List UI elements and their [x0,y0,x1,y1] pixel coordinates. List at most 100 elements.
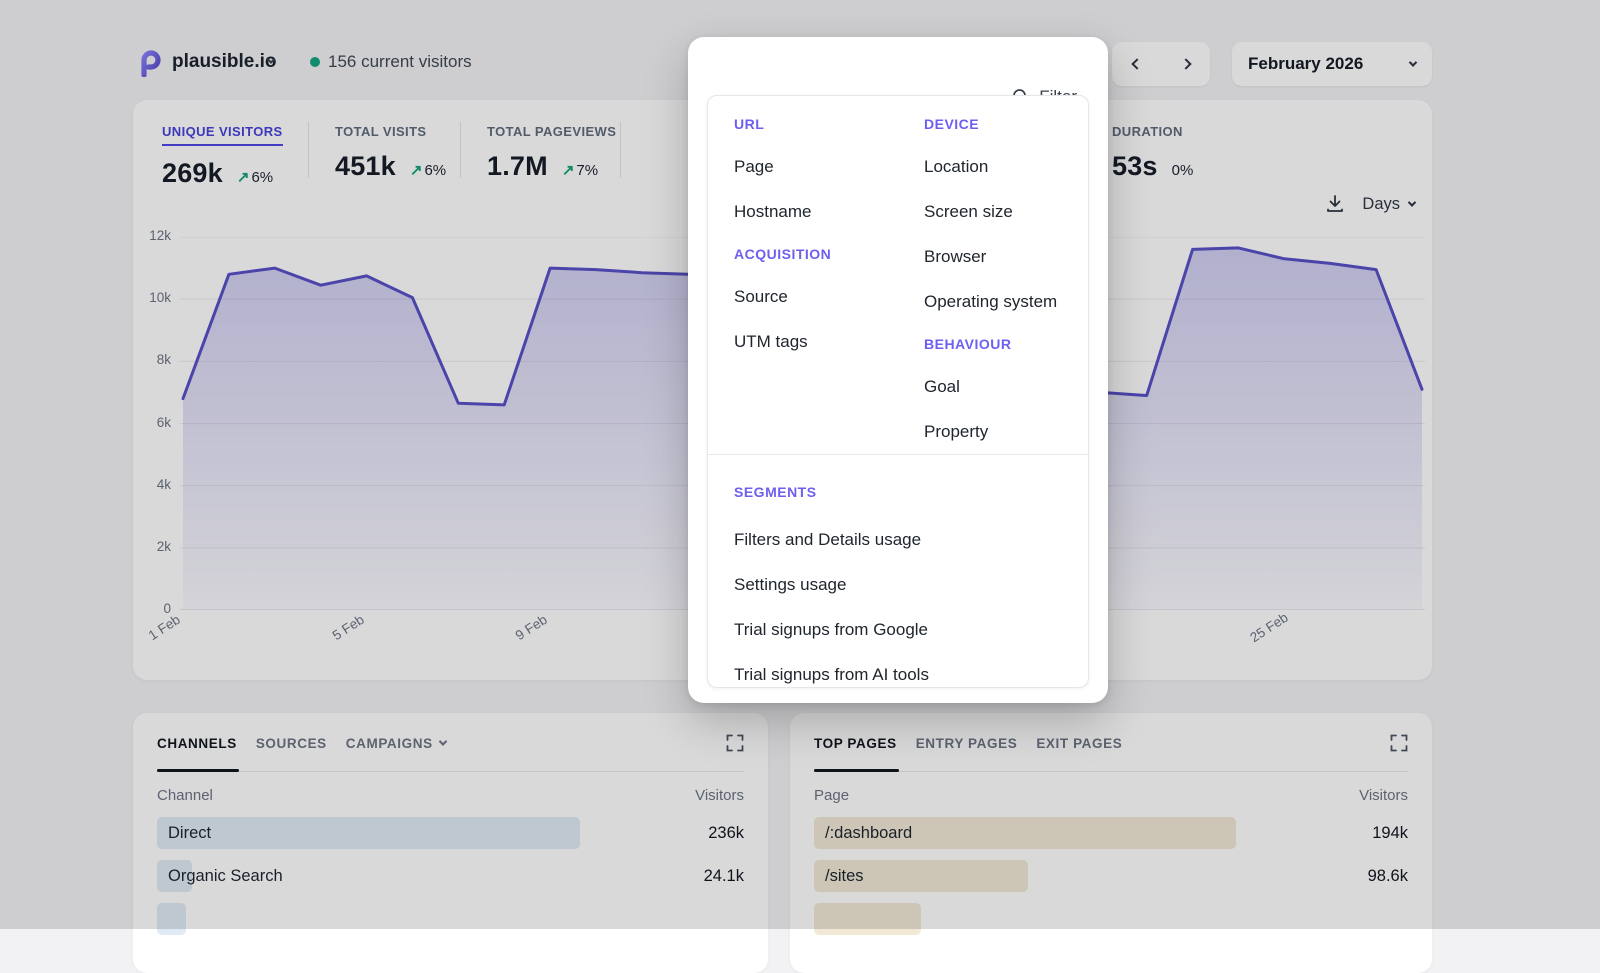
metric-value: 269k [162,158,223,189]
filter-item-utm-tags[interactable]: UTM tags [734,319,898,364]
metric-total-visits[interactable]: TOTAL VISITS 451k ↗6% [335,124,446,182]
metric-value: 1.7M [487,151,548,182]
tab-divider [157,771,744,772]
metric-label: DURATION [1112,124,1193,139]
site-switcher[interactable]: plausible.io [172,51,277,73]
table-row[interactable] [157,903,744,935]
row-value: 24.1k [704,860,744,892]
filter-section-title: ACQUISITION [734,234,898,274]
filter-column: DEVICELocationScreen sizeBrowserOperatin… [898,96,1088,454]
plausible-logo-icon [137,49,164,77]
table-tab-row: CHANNELS SOURCES CAMPAIGNS [157,734,744,752]
date-range-label: February 2026 [1248,54,1410,74]
tab-campaigns[interactable]: CAMPAIGNS [346,736,446,751]
filter-item-operating-system[interactable]: Operating system [924,279,1088,324]
table-row[interactable]: /:dashboard 194k [814,817,1408,849]
stat-divider [460,122,461,178]
x-tick-label: 1 Feb [146,612,183,643]
tab-sources[interactable]: SOURCES [256,736,327,751]
row-value: 98.6k [1368,860,1408,892]
y-tick-label: 10k [135,290,171,305]
date-nav-group [1112,42,1210,86]
metric-duration[interactable]: DURATION 53s 0% [1112,124,1193,182]
row-value: 236k [708,817,744,849]
filter-item-source[interactable]: Source [734,274,898,319]
filter-section-title: URL [734,104,898,144]
metric-label: UNIQUE VISITORS [162,124,283,146]
prev-period-button[interactable] [1131,58,1142,69]
table-row[interactable]: Direct 236k [157,817,744,849]
row-label: /:dashboard [814,817,1408,849]
next-period-button[interactable] [1180,58,1191,69]
chart-tools: Days [1324,193,1415,215]
metric-label: TOTAL PAGEVIEWS [487,124,616,139]
column-header-left: Channel [157,787,213,804]
y-tick-label: 8k [135,352,171,367]
filter-item-location[interactable]: Location [924,144,1088,189]
filter-item-browser[interactable]: Browser [924,234,1088,279]
y-tick-label: 0 [135,601,171,616]
metric-total-pageviews[interactable]: TOTAL PAGEVIEWS 1.7M ↗7% [487,124,616,182]
filter-column: URLPageHostnameACQUISITIONSourceUTM tags [708,96,898,454]
tab-chevron-icon [438,737,446,745]
current-visitors-link[interactable]: 156 current visitors [328,52,472,72]
download-icon[interactable] [1324,193,1346,215]
x-tick-label: 5 Feb [329,612,366,643]
metric-change: ↗6% [410,161,446,179]
live-indicator-icon [310,57,320,67]
top-pages-card: TOP PAGES ENTRY PAGES EXIT PAGES Page Vi… [790,713,1432,973]
filter-popover: Filter URLPageHostnameACQUISITIONSourceU… [688,37,1108,703]
filter-menu-panel: URLPageHostnameACQUISITIONSourceUTM tags… [707,95,1089,688]
column-header-right: Visitors [695,787,744,804]
row-bar [814,903,921,935]
interval-label: Days [1362,195,1400,214]
tab-exit-pages[interactable]: EXIT PAGES [1036,736,1122,751]
row-label: Organic Search [157,860,744,892]
date-range-dropdown[interactable]: February 2026 [1232,42,1432,86]
trend-up-icon: ↗ [562,162,575,179]
metric-value: 53s [1112,151,1158,182]
tab-top-pages[interactable]: TOP PAGES [814,736,897,751]
table-rows: Direct 236k Organic Search 24.1k [157,817,744,946]
metric-label: TOTAL VISITS [335,124,446,139]
tab-entry-pages[interactable]: ENTRY PAGES [916,736,1018,751]
row-label: /sites [814,860,1408,892]
interval-dropdown[interactable]: Days [1362,195,1415,214]
filter-item-page[interactable]: Page [734,144,898,189]
y-tick-label: 12k [135,228,171,243]
tab-divider [814,771,1408,772]
trend-up-icon: ↗ [410,162,423,179]
filter-section-title: DEVICE [924,104,1088,144]
tab-channels[interactable]: CHANNELS [157,736,237,751]
stat-divider [308,122,309,178]
metric-change: ↗7% [562,161,598,179]
metric-change: ↗6% [237,168,273,186]
filter-item-property[interactable]: Property [924,409,1088,454]
metric-unique-visitors[interactable]: UNIQUE VISITORS 269k ↗6% [162,124,283,189]
segment-item[interactable]: Trial signups from Google [734,607,1088,652]
row-value: 194k [1372,817,1408,849]
table-column-headers: Channel Visitors [157,787,744,804]
date-range-chevron-icon [1409,58,1417,66]
metric-change: 0% [1172,162,1194,179]
filter-item-screen-size[interactable]: Screen size [924,189,1088,234]
table-rows: /:dashboard 194k /sites 98.6k [814,817,1408,946]
table-row[interactable]: Organic Search 24.1k [157,860,744,892]
expand-icon[interactable] [1390,734,1408,752]
metric-value: 451k [335,151,396,182]
channels-card: CHANNELS SOURCES CAMPAIGNS Channel Visit… [133,713,768,973]
segment-item[interactable]: Filters and Details usage [734,517,1088,562]
segment-item[interactable]: Settings usage [734,562,1088,607]
filter-item-goal[interactable]: Goal [924,364,1088,409]
table-row[interactable] [814,903,1408,935]
interval-chevron-icon [1408,198,1416,206]
filter-item-hostname[interactable]: Hostname [734,189,898,234]
segment-item[interactable]: Trial signups from AI tools [734,652,1088,688]
column-header-right: Visitors [1359,787,1408,804]
expand-icon[interactable] [726,734,744,752]
y-tick-label: 6k [135,415,171,430]
filter-section-title: BEHAVIOUR [924,324,1088,364]
y-tick-label: 2k [135,539,171,554]
table-row[interactable]: /sites 98.6k [814,860,1408,892]
table-column-headers: Page Visitors [814,787,1408,804]
